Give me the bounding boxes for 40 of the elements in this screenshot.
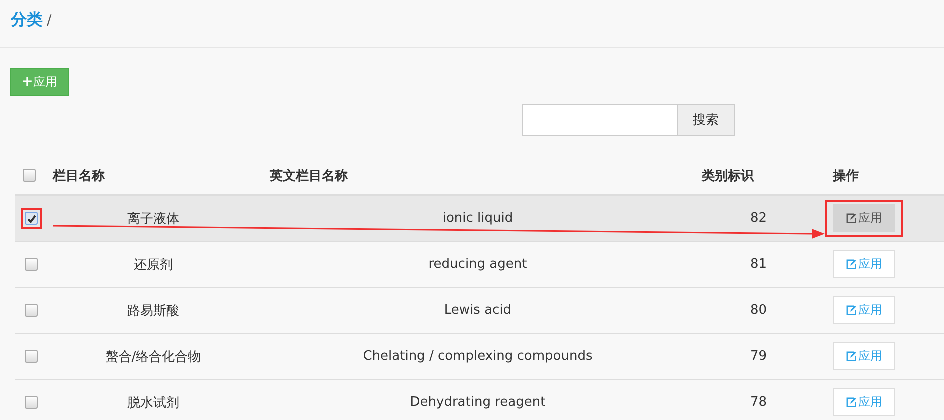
page-title[interactable]: 分类 — [11, 10, 43, 31]
edit-icon — [846, 258, 856, 270]
table-cell: 80 — [750, 303, 767, 318]
edit-icon — [846, 396, 856, 408]
edit-button[interactable]: 应用 — [833, 296, 895, 324]
row-checkbox[interactable] — [25, 396, 38, 409]
row-checkbox[interactable] — [25, 258, 38, 271]
edit-button[interactable]: 应用 — [833, 342, 895, 370]
table-cell: Chelating / complexing compounds — [363, 349, 593, 364]
table-cell: Lewis acid — [444, 303, 512, 318]
row-checkbox[interactable] — [25, 212, 38, 225]
column-header: 英文栏目名称 — [270, 169, 348, 184]
search-field[interactable] — [522, 104, 678, 136]
table-cell: 路易斯酸 — [128, 304, 180, 318]
edit-button[interactable]: 应用 — [833, 250, 895, 278]
search-button[interactable]: 搜索 — [678, 104, 735, 136]
table-cell: reducing agent — [428, 257, 528, 272]
table-cell: 78 — [750, 395, 767, 410]
column-header: 操作 — [833, 169, 859, 184]
column-header: 类别标识 — [702, 169, 754, 184]
edit-icon — [846, 304, 856, 316]
edit-icon — [846, 212, 856, 224]
row-checkbox[interactable] — [25, 304, 38, 317]
edit-button[interactable]: 应用 — [833, 204, 895, 232]
table-cell: ionic liquid — [442, 211, 514, 226]
edit-button[interactable]: 应用 — [833, 388, 895, 416]
edit-icon — [846, 350, 856, 362]
column-header: 栏目名称 — [53, 169, 105, 184]
table-cell: 脱水试剂 — [128, 396, 180, 410]
select-all-checkbox[interactable] — [23, 169, 36, 182]
table-cell: 离子液体 — [128, 212, 180, 226]
table-cell: 还原剂 — [134, 258, 173, 272]
table-cell: 螯合/络合化合物 — [106, 350, 202, 364]
table-cell: 82 — [750, 211, 767, 226]
table-cell: 79 — [750, 349, 767, 364]
table-cell: Dehydrating reagent — [410, 395, 546, 410]
breadcrumb-separator: / — [47, 12, 52, 28]
table-cell: 81 — [750, 257, 767, 272]
add-button[interactable]: +应用 — [10, 68, 69, 96]
row-checkbox[interactable] — [25, 350, 38, 363]
